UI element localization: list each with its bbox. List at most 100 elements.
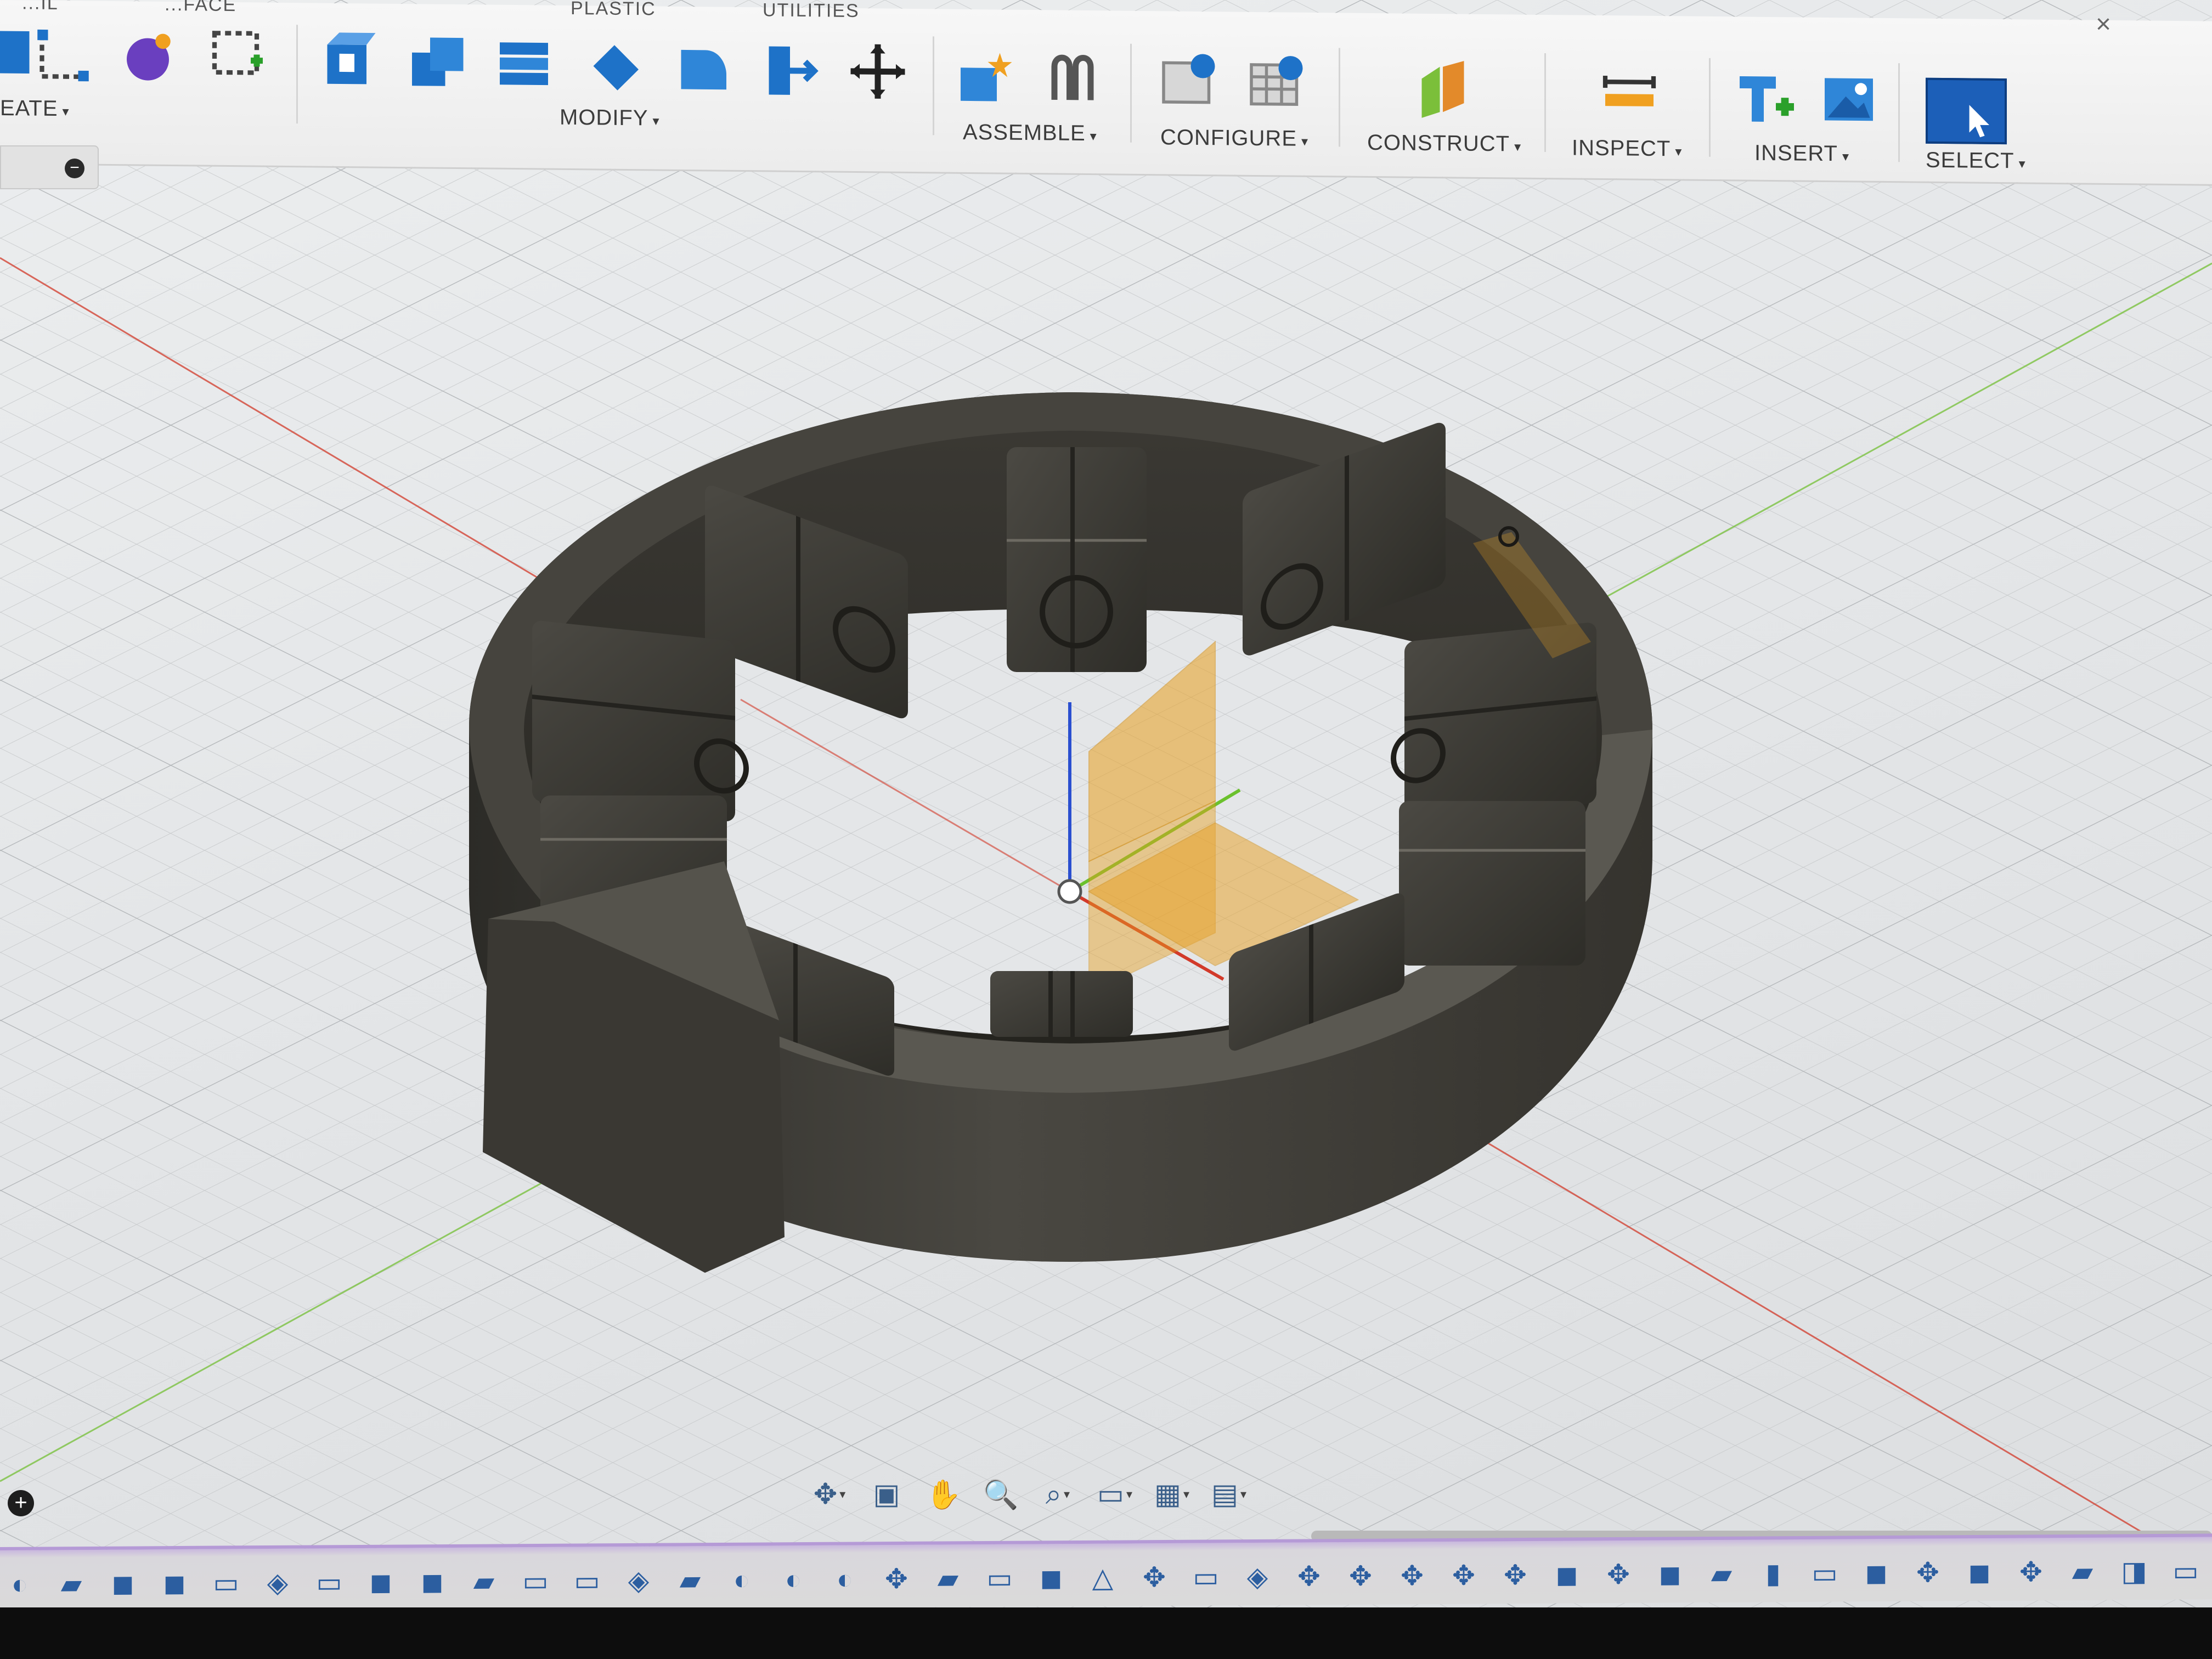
timeline-feature-icon[interactable]: ◼: [413, 1563, 452, 1600]
insert-canvas-icon[interactable]: [1819, 69, 1879, 130]
timeline-feature-icon[interactable]: ✥: [877, 1560, 916, 1598]
timeline-feature-icon[interactable]: ▭: [980, 1560, 1019, 1597]
caret-icon: ▾: [1064, 1487, 1070, 1501]
chamfer-icon[interactable]: [584, 36, 645, 97]
fillet-icon[interactable]: [406, 31, 466, 92]
timeline-feature-icon[interactable]: ✥: [1289, 1558, 1329, 1595]
configure-menu[interactable]: CONFIGURE ▾: [1160, 125, 1308, 151]
tab-utilities[interactable]: UTILITIES: [763, 0, 860, 22]
inspect-menu[interactable]: INSPECT ▾: [1572, 136, 1682, 162]
zoom-window-button[interactable]: ⌕ ▾: [1035, 1475, 1081, 1514]
form-icon[interactable]: [121, 26, 181, 87]
origin-point[interactable]: [1057, 879, 1082, 904]
select-icon[interactable]: [1926, 77, 2007, 145]
tab-plastic[interactable]: PLASTIC: [571, 0, 656, 20]
timeline-feature-icon[interactable]: ▭: [206, 1564, 246, 1601]
timeline-feature-icon[interactable]: ▰: [928, 1560, 968, 1597]
separator: [1130, 43, 1132, 143]
create-menu[interactable]: EATE ▾: [0, 96, 70, 121]
timeline-feature-icon[interactable]: ◼: [1960, 1554, 1999, 1591]
joint-icon[interactable]: [1042, 48, 1103, 109]
split-body-icon[interactable]: [760, 40, 820, 101]
display-settings-button[interactable]: ▭ ▾: [1092, 1475, 1138, 1514]
modify-menu[interactable]: MODIFY ▾: [560, 105, 660, 131]
timeline-feature-icon[interactable]: ▭: [1186, 1558, 1226, 1595]
timeline-feature-icon[interactable]: ◼: [1857, 1554, 1896, 1592]
shell-icon[interactable]: [494, 33, 554, 94]
timeline-feature-icon[interactable]: ◐: [825, 1560, 865, 1598]
timeline-feature-icon[interactable]: ▮: [1753, 1555, 1793, 1592]
timeline-feature-icon[interactable]: ✥: [1135, 1559, 1174, 1596]
timeline-feature-icon[interactable]: ✥: [1444, 1556, 1483, 1594]
timeline-feature-icon[interactable]: ◈: [619, 1562, 658, 1599]
zoom-button[interactable]: 🔍: [978, 1475, 1024, 1514]
timeline-feature-icon[interactable]: ✥: [1341, 1558, 1380, 1595]
timeline-feature-icon[interactable]: ▭: [2166, 1552, 2205, 1589]
separator: [1544, 53, 1546, 153]
browser-panel-toggle[interactable]: −: [0, 145, 99, 189]
timeline-feature-icon[interactable]: ◼: [155, 1565, 194, 1602]
timeline-feature-icon[interactable]: ▰: [2063, 1553, 2102, 1590]
timeline-feature-icon[interactable]: ▰: [464, 1562, 504, 1600]
timeline-feature-icon[interactable]: ◐: [774, 1561, 813, 1598]
pan-button[interactable]: ✋: [921, 1475, 967, 1514]
construct-menu[interactable]: CONSTRUCT ▾: [1367, 131, 1521, 157]
collapse-icon[interactable]: −: [65, 159, 84, 178]
timeline-feature-icon[interactable]: ✥: [2011, 1553, 2051, 1590]
timeline-feature-icon[interactable]: ◨: [2114, 1553, 2154, 1590]
grid-settings-button[interactable]: ▦ ▾: [1149, 1475, 1195, 1514]
timeline-feature-icon[interactable]: ✥: [1599, 1556, 1638, 1593]
timeline-feature-icon[interactable]: ▰: [1702, 1555, 1741, 1593]
timeline-feature-icon[interactable]: ◼: [103, 1565, 143, 1602]
create-sketch-icon[interactable]: [208, 24, 269, 85]
timeline-feature-icon[interactable]: ◈: [1238, 1558, 1277, 1595]
timeline-feature-icon[interactable]: ◼: [361, 1564, 400, 1601]
timeline-feature-icon[interactable]: ▰: [670, 1561, 710, 1599]
timeline-feature-icon[interactable]: ◼: [1547, 1556, 1587, 1593]
timeline-feature-icon[interactable]: ▭: [516, 1562, 555, 1600]
tab-surface[interactable]: ...FACE: [165, 0, 236, 16]
timeline-feature-icon[interactable]: ✥: [1496, 1556, 1535, 1594]
offset-plane-icon[interactable]: [1413, 58, 1473, 119]
press-pull-icon[interactable]: [318, 30, 379, 91]
configure-table-icon[interactable]: [1158, 50, 1218, 111]
insert-derive-icon[interactable]: [1734, 67, 1794, 128]
viewport-canvas[interactable]: [0, 0, 2212, 1659]
timeline-feature-icon[interactable]: ▭: [1805, 1554, 1844, 1592]
move-icon[interactable]: [848, 41, 908, 102]
sketch-icon[interactable]: [33, 25, 93, 86]
select-menu[interactable]: SELECT ▾: [1926, 148, 2026, 174]
timeline-feature-icon[interactable]: ◐: [0, 1566, 40, 1603]
timeline-feature-icon[interactable]: ◐: [722, 1561, 761, 1599]
timeline-feature-icon[interactable]: ▭: [567, 1562, 607, 1599]
construct-label: CONSTRUCT: [1367, 130, 1510, 156]
slot-block[interactable]: [990, 971, 1133, 1037]
slot-block[interactable]: [1399, 801, 1585, 966]
timeline-feature-icon[interactable]: ▰: [52, 1565, 91, 1602]
timeline-feature-icon[interactable]: ▭: [309, 1564, 349, 1601]
timeline-feature-icon[interactable]: ✥: [1392, 1557, 1432, 1594]
add-icon[interactable]: +: [8, 1490, 34, 1516]
slot-block[interactable]: [1007, 447, 1147, 672]
ring-model[interactable]: [469, 392, 1652, 1273]
timeline-feature-icon[interactable]: ◼: [1650, 1555, 1690, 1593]
close-icon[interactable]: ×: [2096, 9, 2111, 40]
new-component-icon[interactable]: [955, 47, 1015, 108]
viewports-button[interactable]: ▤ ▾: [1206, 1475, 1252, 1514]
timeline-feature-icon[interactable]: ◈: [258, 1564, 297, 1601]
measure-icon[interactable]: [1599, 64, 1660, 125]
tab-solid[interactable]: ...IL: [22, 0, 59, 14]
timeline-feature-icon[interactable]: ◼: [1031, 1559, 1071, 1596]
configure-rules-icon[interactable]: [1245, 53, 1306, 114]
look-at-button[interactable]: ▣: [864, 1475, 910, 1514]
viewport[interactable]: [0, 0, 2212, 1659]
insert-menu[interactable]: INSERT ▾: [1754, 141, 1849, 167]
slot-block[interactable]: [532, 620, 749, 823]
combine-icon[interactable]: [672, 38, 732, 99]
timeline-feature-icon[interactable]: ✥: [1908, 1554, 1948, 1591]
caret-icon: ▾: [1090, 129, 1097, 144]
assemble-menu[interactable]: ASSEMBLE ▾: [963, 120, 1097, 146]
orbit-button[interactable]: ✥ ▾: [806, 1475, 853, 1514]
timeline-feature-icon[interactable]: △: [1083, 1559, 1122, 1596]
viewports-icon: ▤: [1211, 1479, 1239, 1510]
